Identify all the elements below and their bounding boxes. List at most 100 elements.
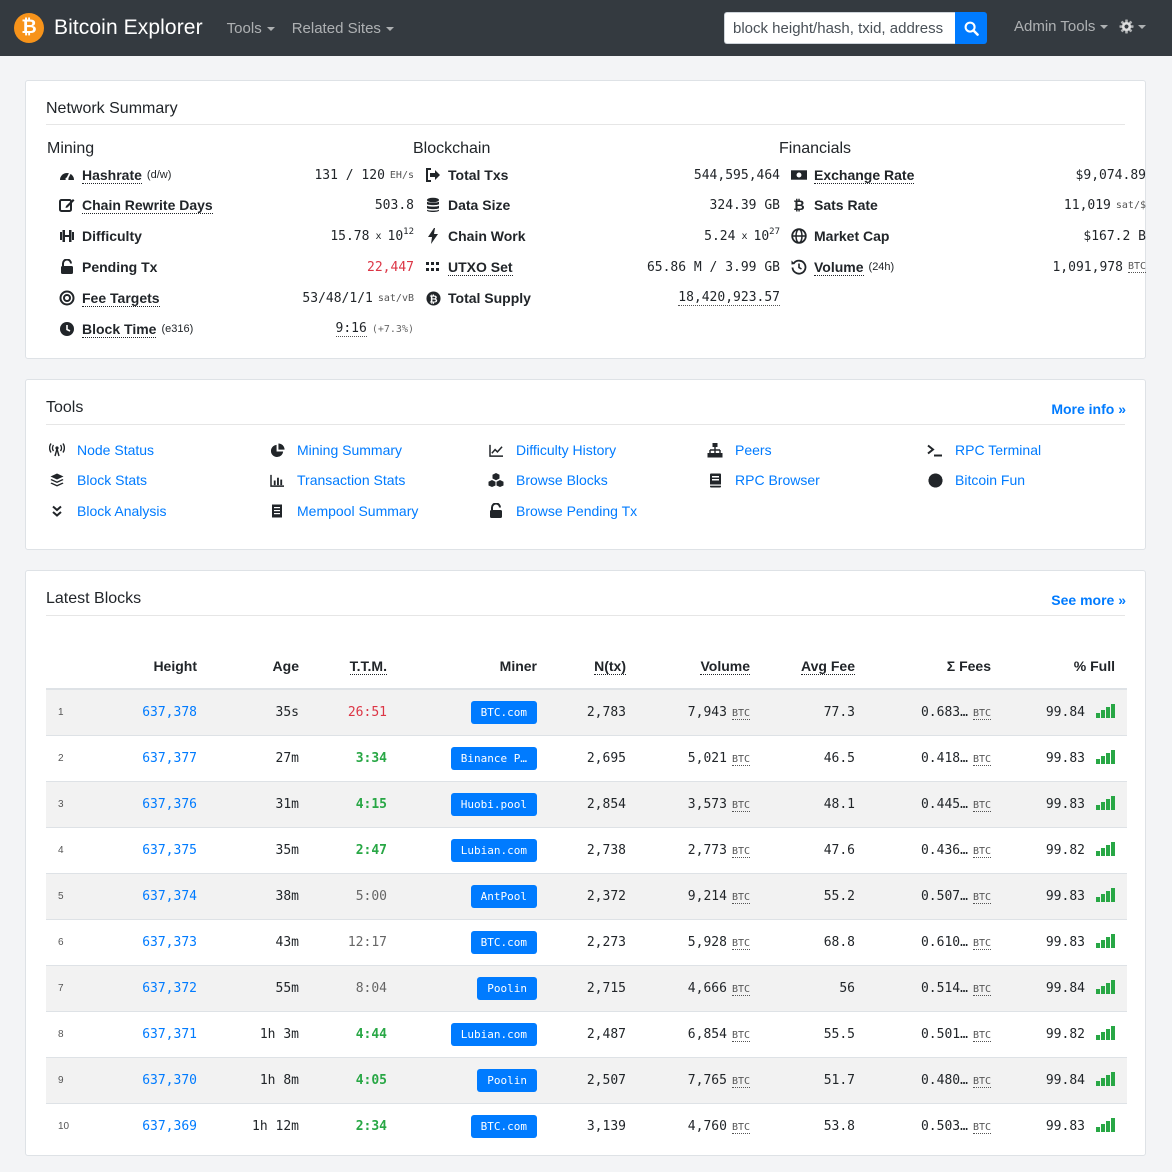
block-full: 99.83 [1003,872,1127,919]
bitcoin-logo-icon[interactable]: ₿ [14,13,44,43]
full-percent: 99.83 [1045,751,1085,766]
chain-rewrite-label[interactable]: Chain Rewrite Days [82,197,213,214]
miner-badge[interactable]: Poolin [477,976,537,1000]
block-height-link[interactable]: 637,371 [86,1010,209,1057]
ttm-header-label[interactable]: T.T.M. [349,658,387,675]
block-height-link[interactable]: 637,372 [86,964,209,1011]
related-sites-menu[interactable]: Related Sites [292,20,394,37]
miner-badge[interactable]: BTC.com [470,700,537,724]
block-ttm: 5:00 [311,872,399,919]
btc-unit: BTC [731,1075,750,1088]
tool-label: RPC Browser [735,472,820,488]
block-volume: 5,021 BTC [638,734,762,781]
miner-cell: Poolin [399,964,549,1011]
miner-badge[interactable]: Huobi.pool [450,792,537,816]
see-more-link[interactable]: See more » [1051,592,1126,608]
chevrons-down-icon [49,503,65,519]
miner-badge[interactable]: Lubian.com [450,838,537,862]
hashrate-value: 131 / 120 EH/s [314,165,414,185]
tool-rpc-browser[interactable]: RPC Browser [707,472,820,488]
block-full: 99.82 [1003,826,1127,873]
chain-work-label: Chain Work [448,228,526,244]
tool-mempool-summary[interactable]: Mempool Summary [269,503,418,519]
full-percent: 99.84 [1045,981,1085,996]
tool-difficulty-history[interactable]: Difficulty History [488,442,616,458]
signal-bar [1101,802,1105,810]
miner-cell: Lubian.com [399,826,549,873]
block-time-label[interactable]: Block Time [82,321,157,338]
btc-unit: BTC [972,845,991,858]
sats-rate-value: 11,019 sat/$ [1064,195,1146,215]
more-info-link[interactable]: More info » [1051,401,1126,417]
block-avg-fee: 51.7 [762,1056,867,1103]
utxo-label[interactable]: UTXO Set [448,259,513,276]
block-time-row: Block Time (e316) [59,319,193,339]
signal-bars-icon [1096,796,1115,810]
avg-fee-header-label[interactable]: Avg Fee [801,658,855,675]
block-age: 35s [209,688,311,735]
tool-bitcoin-fun[interactable]: Bitcoin Fun [927,472,1025,488]
search-input[interactable] [724,12,955,44]
block-height-link[interactable]: 637,374 [86,872,209,919]
miner-badge[interactable]: BTC.com [470,930,537,954]
volume-header-label[interactable]: Volume [700,658,750,675]
row-index: 6 [46,918,86,965]
signal-bars-icon [1096,980,1115,994]
tool-browse-pending-tx[interactable]: Browse Pending Tx [488,503,637,519]
col-ttm: T.T.M. [311,628,399,690]
tool-peers[interactable]: Peers [707,442,772,458]
signal-bar [1096,897,1100,902]
hashrate-label[interactable]: Hashrate [82,167,142,184]
block-total-fees: 0.418… BTC [867,734,1003,781]
block-height-link[interactable]: 637,369 [86,1102,209,1149]
fees-number: 0.436… [920,842,968,858]
tools-menu-label: Tools [226,19,262,37]
tool-block-stats[interactable]: Block Stats [49,472,147,488]
block-total-fees: 0.501… BTC [867,1010,1003,1057]
block-avg-fee: 77.3 [762,688,867,735]
money-bill-icon [791,167,807,183]
admin-tools-menu[interactable]: Admin Tools [1014,18,1109,35]
btc-unit: BTC [731,983,750,996]
tool-rpc-terminal[interactable]: RPC Terminal [927,442,1041,458]
search-button[interactable] [955,12,987,44]
miner-badge[interactable]: Binance P… [450,746,537,770]
volume-number: 3,573 [687,796,727,812]
miner-badge[interactable]: Poolin [477,1068,537,1092]
tool-transaction-stats[interactable]: Transaction Stats [269,472,405,488]
block-height-link[interactable]: 637,378 [86,688,209,735]
difficulty-base: 10 [387,228,404,244]
tool-mining-summary[interactable]: Mining Summary [269,442,402,458]
block-height-link[interactable]: 637,376 [86,780,209,827]
volume-label[interactable]: Volume [814,259,864,276]
block-ntx: 2,273 [549,918,638,965]
unlock-icon [488,503,504,519]
block-volume: 3,573 BTC [638,780,762,827]
block-height-link[interactable]: 637,370 [86,1056,209,1103]
block-volume: 7,765 BTC [638,1056,762,1103]
tools-menu[interactable]: Tools [227,20,275,37]
fee-targets-label[interactable]: Fee Targets [82,290,160,307]
tool-block-analysis[interactable]: Block Analysis [49,503,166,519]
chevron-down-icon [385,26,394,31]
tool-node-status[interactable]: Node Status [49,442,154,458]
settings-menu[interactable] [1119,19,1146,34]
signal-bar [1106,1029,1110,1040]
miner-badge[interactable]: BTC.com [470,1114,537,1138]
miner-badge[interactable]: Lubian.com [450,1022,537,1046]
tool-label: Bitcoin Fun [955,472,1026,488]
block-height-link[interactable]: 637,377 [86,734,209,781]
exchange-rate-label[interactable]: Exchange Rate [814,167,915,184]
block-total-fees: 0.514… BTC [867,964,1003,1011]
search-form [724,12,987,44]
btc-unit: BTC [731,799,750,812]
ntx-header-label[interactable]: N(tx) [594,658,626,675]
block-ntx: 2,487 [549,1010,638,1057]
block-height-link[interactable]: 637,375 [86,826,209,873]
block-time-sub: (e316) [161,323,194,335]
tool-browse-blocks[interactable]: Browse Blocks [488,472,608,488]
miner-badge[interactable]: AntPool [470,884,537,908]
block-height-link[interactable]: 637,373 [86,918,209,965]
signal-bar [1106,799,1110,810]
brand-name[interactable]: Bitcoin Explorer [54,16,203,40]
